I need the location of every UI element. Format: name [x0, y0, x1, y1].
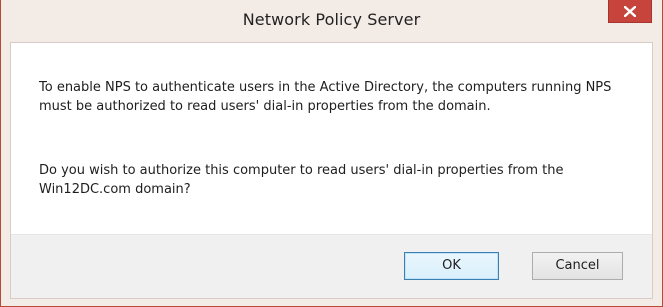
- window-frame-bottom: [1, 298, 662, 306]
- cancel-button[interactable]: Cancel: [532, 252, 623, 280]
- message-text-2: Do you wish to authorize this computer t…: [39, 163, 564, 197]
- window-title: Network Policy Server: [242, 10, 421, 29]
- close-icon: [624, 5, 636, 17]
- dialog-content: To enable NPS to authenticate users in t…: [10, 42, 653, 299]
- ok-button[interactable]: OK: [404, 252, 499, 280]
- title-bar[interactable]: Network Policy Server: [1, 0, 662, 42]
- window-frame-right: [653, 42, 662, 300]
- message-text-1: To enable NPS to authenticate users in t…: [39, 80, 612, 114]
- button-bar: OK Cancel: [11, 234, 652, 298]
- close-button[interactable]: [608, 0, 652, 23]
- dialog-window: Network Policy Server To enable NPS to a…: [0, 0, 663, 307]
- window-frame-left: [1, 42, 10, 300]
